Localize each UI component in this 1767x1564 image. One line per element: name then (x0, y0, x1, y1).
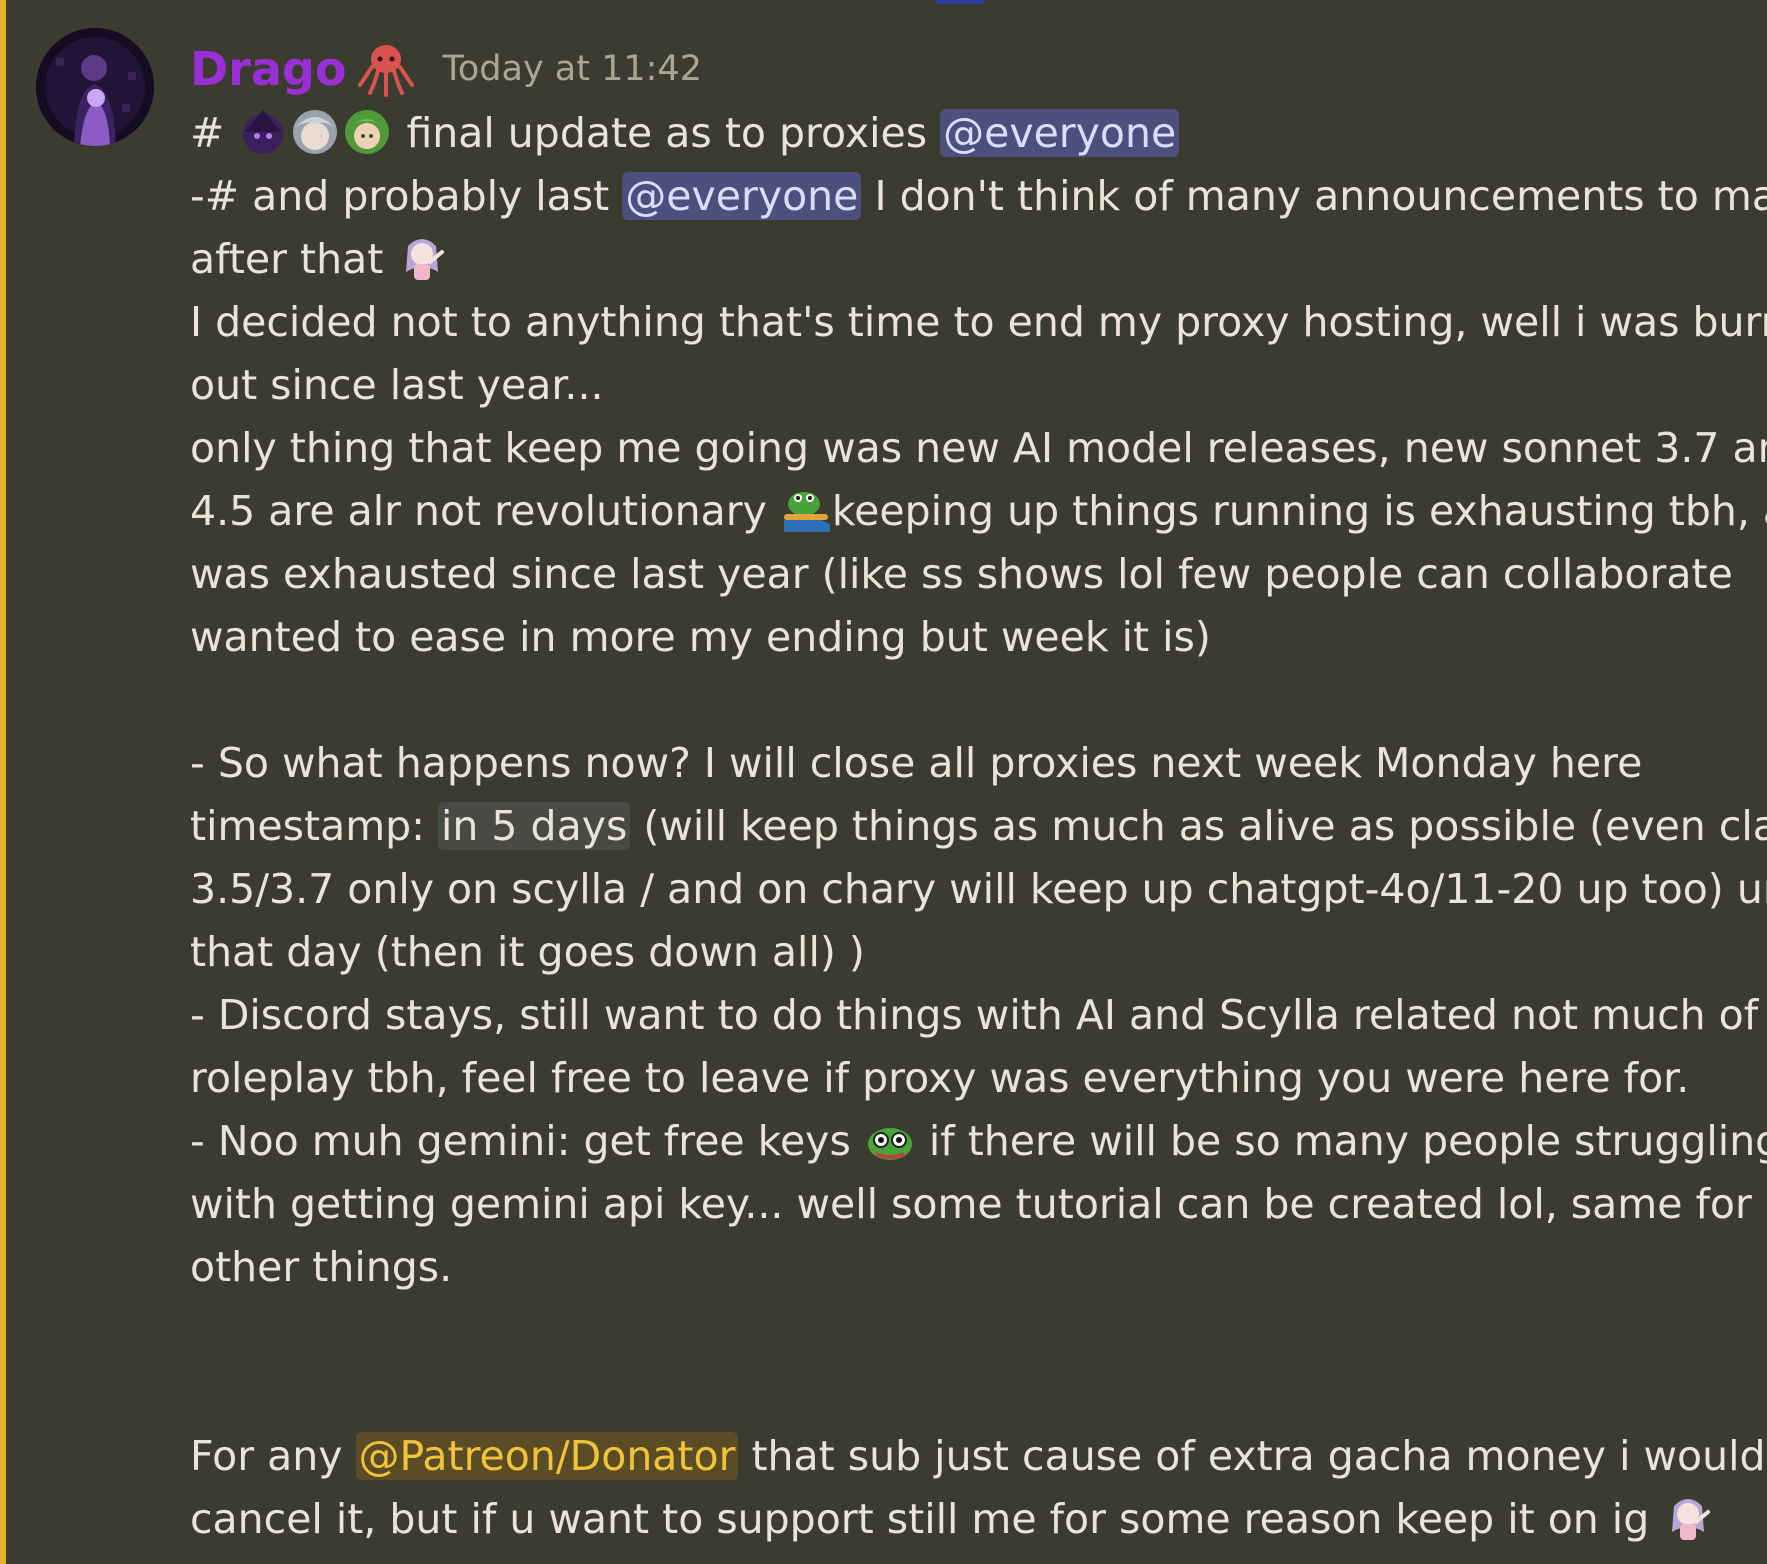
anime-girl-emoji-icon[interactable] (1662, 1492, 1714, 1544)
avatar[interactable] (36, 28, 154, 146)
silver-hair-girl-emoji-icon[interactable] (289, 106, 341, 158)
green-hair-girl-emoji-icon[interactable] (341, 106, 393, 158)
line-text: 4.5 are alr not revolutionary (190, 487, 780, 535)
pepe-glasses-emoji-icon[interactable] (864, 1114, 916, 1166)
line-text: after that (190, 235, 397, 283)
message-line: wanted to ease in more my ending but wee… (190, 613, 1211, 661)
line-text: cancel it, but if u want to support stil… (190, 1495, 1663, 1543)
username[interactable]: Drago (190, 42, 346, 96)
message-line: timestamp: in 5 days (will keep things a… (190, 795, 1767, 858)
subtext-end: I don't think of many announcements to m… (861, 172, 1767, 220)
message-line: only thing that keep me going was new AI… (190, 424, 1767, 472)
message-line: out since last year... (190, 361, 604, 409)
message: Drago Today at 11:42 # final update as t… (190, 38, 1767, 1551)
line-text: For any (190, 1432, 356, 1480)
heading-text: final update as to proxies (406, 109, 941, 157)
message-content: # final update as to proxies @everyone -… (190, 102, 1767, 1551)
anime-girl-emoji-icon[interactable] (396, 232, 448, 284)
message-line: with getting gemini api key... well some… (190, 1180, 1752, 1228)
message-line: - So what happens now? I will close all … (190, 739, 1643, 787)
line-text: that sub just cause of extra gacha money… (738, 1432, 1766, 1480)
octopus-icon (356, 39, 416, 99)
message-line: 3.5/3.7 only on scylla / and on chary wi… (190, 865, 1767, 913)
witch-avatar-emoji-icon[interactable] (237, 106, 289, 158)
message-header: Drago Today at 11:42 (190, 38, 1730, 100)
message-line: # final update as to proxies @everyone (190, 102, 1730, 165)
mention-highlight-bar (0, 0, 6, 1564)
message-line: -# and probably last @everyone I don't t… (190, 165, 1767, 228)
line-text: timestamp: (190, 802, 439, 850)
top-decoration (935, 0, 985, 4)
message-line: was exhausted since last year (like ss s… (190, 550, 1733, 598)
message-line: after that (190, 228, 1730, 291)
line-text: if there will be so many people struggli… (915, 1117, 1767, 1165)
subtext-start: -# and probably last (190, 172, 623, 220)
pepe-frog-emoji-icon[interactable] (780, 484, 832, 536)
relative-timestamp[interactable]: in 5 days (438, 802, 631, 850)
role-mention-patreon[interactable]: @Patreon/Donator (355, 1432, 739, 1480)
message-line: - Noo muh gemini: get free keys if there… (190, 1110, 1767, 1173)
heading-marker: # (190, 109, 225, 157)
message-line: other things. (190, 1243, 453, 1291)
message-timestamp[interactable]: Today at 11:42 (442, 49, 702, 89)
line-text: (will keep things as much as alive as po… (630, 802, 1767, 850)
message-line: For any @Patreon/Donator that sub just c… (190, 1425, 1766, 1488)
everyone-mention[interactable]: @everyone (940, 109, 1180, 157)
message-line: 4.5 are alr not revolutionary keeping up… (190, 480, 1767, 543)
message-line: I decided not to anything that's time to… (190, 298, 1767, 346)
message-line: - Discord stays, still want to do things… (190, 991, 1759, 1039)
line-text: keeping up things running is exhausting … (831, 487, 1767, 535)
everyone-mention[interactable]: @everyone (622, 172, 862, 220)
message-line: cancel it, but if u want to support stil… (190, 1488, 1730, 1551)
message-line: roleplay tbh, feel free to leave if prox… (190, 1054, 1690, 1102)
message-line: that day (then it goes down all) ) (190, 928, 865, 976)
line-text: - Noo muh gemini: get free keys (190, 1117, 864, 1165)
